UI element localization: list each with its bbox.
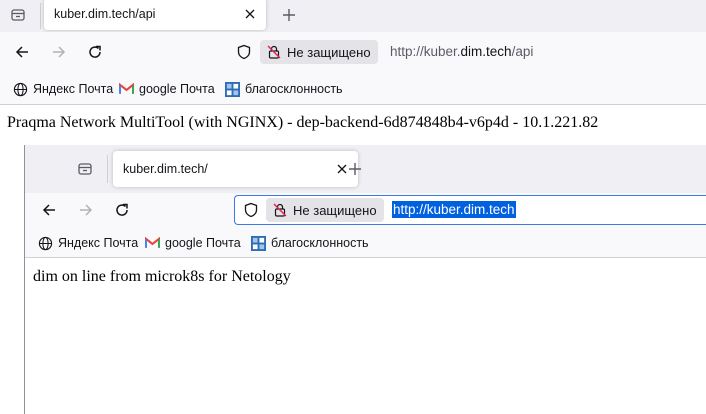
- bookmarks-toolbar: Яндекс Почта google Почта благосклонност…: [0, 72, 706, 105]
- forward-button[interactable]: [74, 198, 98, 222]
- reload-icon: [116, 203, 128, 216]
- reload-button[interactable]: [110, 198, 134, 222]
- new-tab-button[interactable]: [278, 4, 300, 26]
- nav-toolbar: Не защищено http://kuber.dim.tech/api: [0, 32, 706, 72]
- tracking-protection-button[interactable]: [234, 42, 254, 62]
- bookmark-yandex-mail[interactable]: Яндекс Почта: [37, 235, 138, 251]
- tab-title: kuber.dim.tech/api: [54, 7, 156, 21]
- insecure-lock-icon: [273, 203, 287, 217]
- bookmark-label: Яндекс Почта: [33, 82, 114, 96]
- security-badge[interactable]: Не защищено: [260, 40, 378, 64]
- shield-icon: [237, 44, 251, 60]
- bookmarks-toolbar: Яндекс Почта google Почта благосклонност…: [25, 227, 706, 258]
- tracking-protection-button[interactable]: [241, 200, 261, 220]
- back-button[interactable]: [37, 198, 61, 222]
- page-content-text: dim on line from microk8s for Netology: [33, 268, 291, 285]
- new-tab-button[interactable]: [344, 158, 366, 180]
- url-bar[interactable]: Не защищено http://kuber.dim.tech: [234, 195, 706, 225]
- reload-button[interactable]: [83, 40, 107, 64]
- active-tab[interactable]: kuber.dim.tech/api: [44, 0, 266, 30]
- arrow-right-icon: [80, 204, 93, 216]
- bookmark-label: Яндекс Почта: [58, 236, 139, 250]
- forward-button[interactable]: [47, 40, 71, 64]
- page-content-text: Praqma Network MultiTool (with NGINX) - …: [7, 114, 599, 131]
- globe-icon: [12, 81, 28, 97]
- tab-separator: [107, 155, 108, 183]
- tab-list-icon: [11, 9, 25, 21]
- grid-favicon: [224, 81, 240, 97]
- bookmark-label: google Почта: [139, 82, 215, 96]
- active-tab[interactable]: kuber.dim.tech/: [113, 151, 358, 187]
- tab-separator: [40, 3, 41, 29]
- bookmark-google-mail[interactable]: google Почта: [144, 235, 241, 251]
- reload-icon: [89, 45, 101, 58]
- arrow-right-icon: [53, 46, 66, 58]
- close-icon: [245, 9, 255, 19]
- globe-icon: [37, 235, 53, 251]
- tab-list-icon: [78, 163, 92, 175]
- tab-strip: kuber.dim.tech/api: [0, 0, 706, 32]
- bookmark-label: google Почта: [165, 236, 241, 250]
- plus-icon: [349, 163, 361, 175]
- url-input-selected[interactable]: http://kuber.dim.tech: [392, 201, 516, 218]
- url-bar[interactable]: Не защищено http://kuber.dim.tech/api: [228, 37, 706, 67]
- bookmark-google-mail[interactable]: google Почта: [118, 81, 215, 97]
- tab-list-button[interactable]: [71, 155, 99, 183]
- bookmark-favor[interactable]: благосклонность: [224, 81, 343, 97]
- shield-icon: [244, 202, 258, 218]
- grid-favicon: [250, 235, 266, 251]
- url-text[interactable]: http://kuber.dim.tech/api: [390, 44, 533, 59]
- bookmark-yandex-mail[interactable]: Яндекс Почта: [12, 81, 113, 97]
- browser-window-front: kuber.dim.tech/ Не защищено http://kuber…: [24, 145, 706, 414]
- bookmark-label: благосклонность: [245, 82, 343, 96]
- url-host: dim.tech: [460, 44, 512, 59]
- insecure-lock-icon: [267, 45, 281, 59]
- arrow-left-icon: [42, 204, 55, 216]
- url-suffix: /api: [511, 44, 534, 59]
- tab-list-button[interactable]: [4, 1, 32, 29]
- security-badge[interactable]: Не защищено: [266, 198, 384, 222]
- security-label: Не защищено: [293, 202, 377, 218]
- gmail-icon: [144, 235, 160, 251]
- arrow-left-icon: [15, 46, 28, 58]
- tab-title: kuber.dim.tech/: [123, 162, 208, 176]
- bookmark-favor[interactable]: благосклонность: [250, 235, 369, 251]
- tab-strip: kuber.dim.tech/: [25, 145, 706, 193]
- gmail-icon: [118, 81, 134, 97]
- bookmark-label: благосклонность: [271, 236, 369, 250]
- close-tab-button[interactable]: [242, 6, 258, 22]
- url-prefix: http://kuber.: [390, 44, 461, 59]
- back-button[interactable]: [10, 40, 34, 64]
- security-label: Не защищено: [287, 44, 371, 60]
- plus-icon: [283, 9, 295, 21]
- nav-toolbar: Не защищено http://kuber.dim.tech: [25, 193, 706, 227]
